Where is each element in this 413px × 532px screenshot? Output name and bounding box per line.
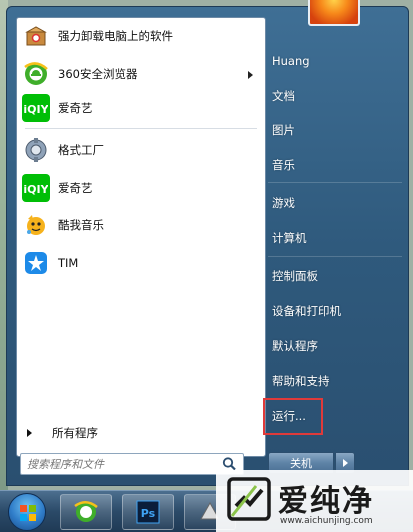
right-item-label: 图片: [272, 123, 295, 137]
program-item-iqiyi[interactable]: iQIY 爱奇艺: [17, 92, 265, 124]
all-programs-button[interactable]: 所有程序: [27, 424, 98, 442]
program-item-uninstaller[interactable]: 强力卸载电脑上的软件: [17, 20, 265, 52]
program-label: 爱奇艺: [58, 101, 93, 115]
right-item-devices-printers[interactable]: 设备和打印机: [268, 299, 402, 323]
run-highlight-box: [263, 398, 323, 435]
360-browser-icon: [22, 60, 50, 88]
right-item-label: 帮助和支持: [272, 374, 330, 388]
program-item-tim[interactable]: TIM: [17, 247, 265, 279]
photoshop-icon: Ps: [136, 500, 160, 524]
360-browser-icon: [74, 501, 98, 522]
right-separator: [268, 182, 402, 183]
right-item-help-support[interactable]: 帮助和支持: [268, 369, 402, 393]
separator: [25, 128, 257, 129]
search-input[interactable]: [27, 455, 221, 473]
watermark-url: www.aichunjing.com: [280, 516, 373, 526]
tim-icon: [22, 249, 50, 277]
right-item-label: 控制面板: [272, 269, 318, 283]
format-factory-icon: [22, 136, 50, 164]
right-item-label: 游戏: [272, 196, 295, 210]
svg-text:Ps: Ps: [141, 507, 156, 520]
iqiyi-icon: iQIY: [22, 174, 50, 202]
submenu-arrow-icon: [248, 71, 253, 79]
svg-text:iQIY: iQIY: [24, 183, 48, 196]
user-picture[interactable]: [308, 0, 360, 26]
right-item-games[interactable]: 游戏: [268, 191, 402, 215]
all-programs-label: 所有程序: [52, 426, 98, 440]
program-label: 爱奇艺: [58, 181, 93, 195]
right-item-label: 默认程序: [272, 339, 318, 353]
right-item-control-panel[interactable]: 控制面板: [268, 264, 402, 288]
kuwo-music-icon: [22, 211, 50, 239]
program-label: 格式工厂: [58, 143, 104, 157]
program-label: 酷我音乐: [58, 218, 104, 232]
right-item-pictures[interactable]: 图片: [268, 118, 402, 142]
program-label: TIM: [58, 256, 79, 270]
watermark-text: 爱纯净: [278, 484, 374, 519]
taskbar-photoshop[interactable]: Ps: [122, 494, 174, 530]
right-separator: [268, 256, 402, 257]
right-item-default-programs[interactable]: 默认程序: [268, 334, 402, 358]
right-item-music[interactable]: 音乐: [268, 153, 402, 177]
right-item-label: 计算机: [272, 231, 307, 245]
expand-arrow-icon: [27, 429, 32, 437]
start-button[interactable]: [8, 493, 46, 531]
taskbar-360-browser[interactable]: [60, 494, 112, 530]
right-item-label: 音乐: [272, 158, 295, 172]
right-item-label: 设备和打印机: [272, 304, 341, 318]
watermark: 爱纯净 www.aichunjing.com: [216, 470, 413, 532]
right-item-label: Huang: [272, 54, 310, 68]
right-item-documents[interactable]: 文档: [268, 84, 402, 108]
right-item-label: 文档: [272, 89, 295, 103]
program-item-360-browser[interactable]: 360安全浏览器: [17, 58, 265, 90]
watermark-logo-icon: [227, 477, 271, 521]
program-item-format-factory[interactable]: 格式工厂: [17, 134, 265, 166]
programs-pane: 强力卸载电脑上的软件 360安全浏览器 iQIY 爱奇艺 格式工厂 iQIY 爱…: [16, 17, 266, 457]
right-item-computer[interactable]: 计算机: [268, 226, 402, 250]
iqiyi-icon: iQIY: [22, 94, 50, 122]
right-item-user[interactable]: Huang: [268, 49, 402, 73]
program-item-iqiyi-2[interactable]: iQIY 爱奇艺: [17, 172, 265, 204]
program-item-kuwo[interactable]: 酷我音乐: [17, 209, 265, 241]
search-box: [20, 453, 244, 475]
program-label: 强力卸载电脑上的软件: [58, 29, 173, 43]
windows-logo-icon: [20, 505, 36, 521]
svg-text:iQIY: iQIY: [24, 103, 48, 116]
uninstall-box-icon: [22, 22, 50, 50]
program-label: 360安全浏览器: [58, 67, 138, 81]
chevron-right-icon: [342, 459, 348, 467]
